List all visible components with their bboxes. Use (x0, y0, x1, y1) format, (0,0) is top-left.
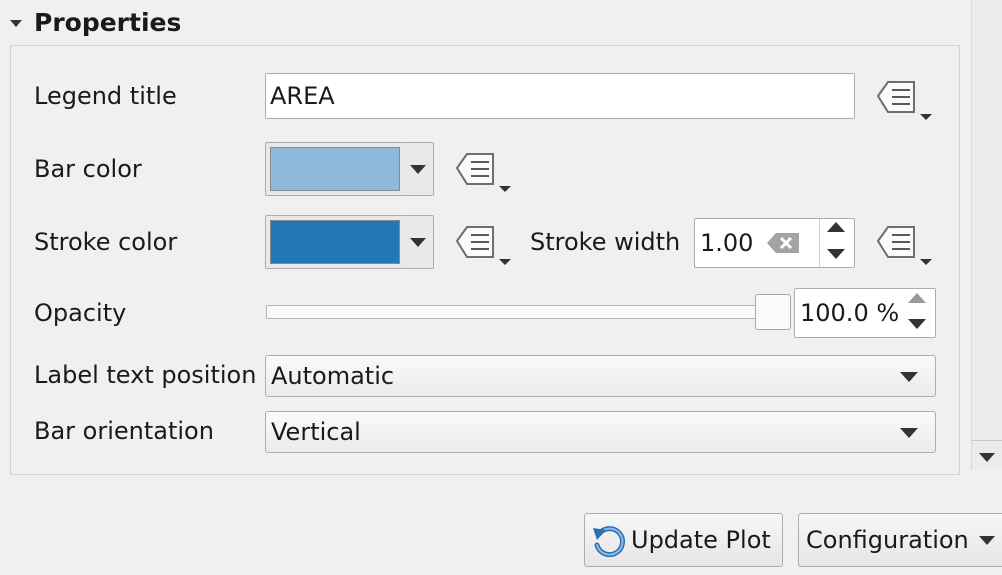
data-defined-override-icon[interactable] (874, 74, 932, 124)
collapse-arrow-icon[interactable] (10, 20, 22, 27)
label-text-position-label: Label text position (34, 361, 257, 389)
section-title: Properties (34, 8, 182, 37)
update-plot-button[interactable]: Update Plot (584, 513, 783, 567)
data-defined-override-icon[interactable] (874, 219, 932, 269)
label-text-position-combo[interactable]: Automatic (265, 355, 936, 397)
data-defined-override-icon[interactable] (453, 219, 511, 269)
bar-color-label: Bar color (34, 155, 142, 183)
spin-divider (819, 219, 820, 267)
stroke-color-label: Stroke color (34, 228, 178, 256)
bar-color-dropdown[interactable] (404, 142, 434, 196)
chevron-down-icon (410, 165, 426, 174)
bar-color-swatch (270, 147, 400, 191)
chevron-down-icon (410, 238, 426, 247)
chevron-down-icon (900, 372, 918, 382)
legend-title-value: AREA (270, 82, 335, 110)
opacity-slider-track[interactable] (266, 305, 772, 319)
bar-orientation-value: Vertical (271, 418, 361, 446)
legend-title-label: Legend title (34, 82, 177, 110)
legend-title-input[interactable]: AREA (265, 73, 855, 119)
refresh-icon (593, 526, 626, 558)
update-plot-label: Update Plot (631, 526, 771, 554)
stroke-width-label: Stroke width (530, 228, 681, 256)
opacity-slider-handle[interactable] (755, 294, 791, 330)
properties-section-header[interactable]: Properties (0, 0, 968, 48)
spin-up-icon[interactable] (827, 222, 845, 232)
chevron-down-icon (979, 536, 995, 545)
chevron-down-icon (900, 428, 918, 438)
spin-up-icon[interactable] (908, 293, 926, 303)
data-defined-override-icon[interactable] (453, 146, 511, 196)
spin-down-icon[interactable] (827, 249, 845, 259)
label-text-position-value: Automatic (271, 362, 395, 390)
opacity-label: Opacity (34, 299, 127, 327)
stroke-color-swatch (270, 220, 400, 264)
stroke-color-button[interactable] (265, 215, 405, 269)
spin-down-icon[interactable] (908, 319, 926, 329)
stroke-width-value: 1.00 (700, 229, 754, 257)
bar-orientation-combo[interactable]: Vertical (265, 411, 936, 453)
configuration-label: Configuration (806, 526, 969, 554)
opacity-value: 100.0 % (800, 299, 900, 327)
clear-icon[interactable] (765, 231, 801, 255)
bar-orientation-label: Bar orientation (34, 417, 214, 445)
bar-color-button[interactable] (265, 142, 405, 196)
stroke-color-dropdown[interactable] (404, 215, 434, 269)
scroll-down-icon[interactable] (979, 453, 995, 462)
scrollbar-divider (971, 440, 1002, 441)
configuration-button[interactable]: Configuration (798, 513, 1002, 567)
vertical-scrollbar[interactable] (971, 0, 1002, 470)
